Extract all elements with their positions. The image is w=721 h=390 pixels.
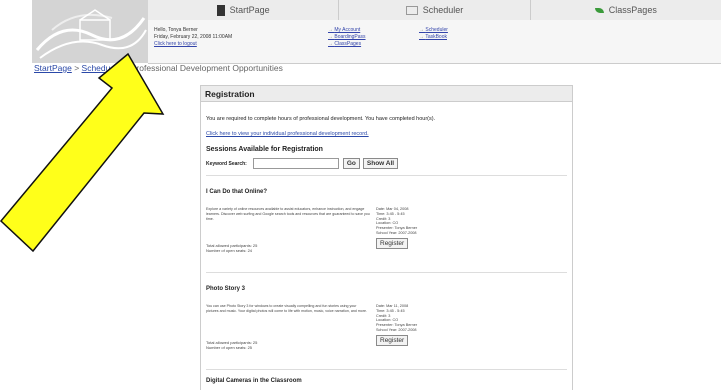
quick-links-col1: My Account BoardingPass ClassPages xyxy=(328,27,366,48)
logout-link[interactable]: Click here to logout xyxy=(154,41,232,48)
go-button[interactable]: Go xyxy=(342,158,360,169)
breadcrumb: StartPage > Schedu Professional Developm… xyxy=(34,63,283,73)
register-button[interactable]: Register xyxy=(376,335,409,346)
record-link[interactable]: Click here to view your individual profe… xyxy=(206,131,567,137)
logo-graphic-icon xyxy=(32,0,148,63)
book-icon xyxy=(216,4,225,16)
tab-label: ClassPages xyxy=(608,5,657,15)
session-title: I Can Do that Online? xyxy=(206,189,267,195)
open-seats: Number of open seats: 25 xyxy=(206,345,253,350)
session-title: Photo Story 3 xyxy=(206,286,246,292)
keyword-search: Keyword Search: Go Show All xyxy=(206,158,567,169)
greeting-text: Hello, Tonya Berner xyxy=(154,27,198,33)
boardingpass-link[interactable]: BoardingPass xyxy=(328,34,365,41)
session-details: Date: Mar 11, 2008 Time: 3:45 - 5:45 Cre… xyxy=(376,304,417,333)
search-input[interactable] xyxy=(252,158,339,169)
session-year: School Year: 2007-2008 xyxy=(376,230,417,235)
tab-scheduler[interactable]: Scheduler xyxy=(339,0,531,20)
panel-title: Registration xyxy=(201,86,572,102)
tab-startpage[interactable]: StartPage xyxy=(148,0,340,20)
session-seats: Total allowed participants: 25 Number of… xyxy=(206,340,257,350)
required-hours-text: You are required to complete hours of pr… xyxy=(206,116,436,122)
search-label: Keyword Search: xyxy=(206,160,247,167)
quick-links-col2: Scheduler TaskBook xyxy=(419,27,448,41)
session-title: Digital Cameras in the Classroom xyxy=(206,378,302,384)
taskbook-link[interactable]: TaskBook xyxy=(419,34,448,41)
show-all-button[interactable]: Show All xyxy=(362,158,399,169)
open-seats: Number of open seats: 24 xyxy=(206,248,253,253)
leaf-icon xyxy=(594,7,604,13)
breadcrumb-current: Professional Development Opportunities xyxy=(130,63,283,73)
session-description: Explore a variety of online resources av… xyxy=(206,207,370,221)
session-item: Photo Story 3 You can use Photo Story 3 … xyxy=(206,273,567,370)
tab-label: StartPage xyxy=(229,5,270,15)
my-account-link[interactable]: My Account xyxy=(328,27,366,34)
calendar-icon xyxy=(405,5,418,15)
classpages-link[interactable]: ClassPages xyxy=(328,41,366,48)
breadcrumb-scheduler[interactable]: Schedu xyxy=(82,63,111,73)
user-greeting: Hello, Tonya Berner Friday, February 22,… xyxy=(154,27,232,48)
register-button[interactable]: Register xyxy=(376,238,409,249)
sessions-heading: Sessions Available for Registration xyxy=(206,146,323,153)
breadcrumb-separator: > xyxy=(74,63,80,73)
user-info-bar: Hello, Tonya Berner Friday, February 22,… xyxy=(148,20,721,64)
top-navigation: StartPage Scheduler ClassPages xyxy=(148,0,721,21)
breadcrumb-startpage[interactable]: StartPage xyxy=(34,63,72,73)
date-text: Friday, February 22, 2008 11:00AM xyxy=(154,34,233,40)
session-seats: Total allowed participants: 25 Number of… xyxy=(206,243,257,253)
session-details: Date: Mar 04, 2008 Time: 3:45 - 5:45 Cre… xyxy=(376,207,417,236)
registration-panel: Registration You are required to complet… xyxy=(200,85,573,390)
session-year: School Year: 2007-2008 xyxy=(376,327,417,332)
session-item: I Can Do that Online? Explore a variety … xyxy=(206,176,567,273)
tab-classpages[interactable]: ClassPages xyxy=(531,0,721,20)
scheduler-link[interactable]: Scheduler xyxy=(419,27,448,34)
tab-label: Scheduler xyxy=(422,5,464,15)
session-description: You can use Photo Story 3 for windows to… xyxy=(206,304,367,313)
district-logo xyxy=(32,0,148,63)
